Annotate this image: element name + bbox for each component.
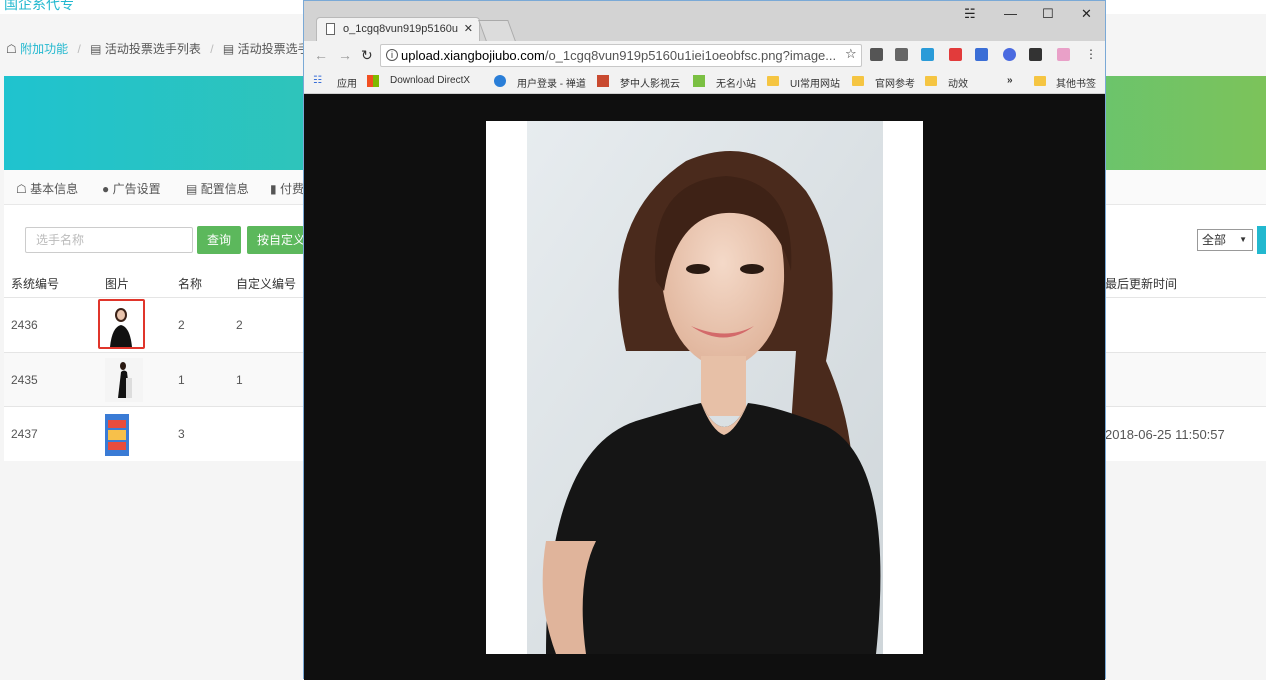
extension-icon[interactable]: [895, 48, 908, 61]
list-icon: ▤: [222, 42, 235, 56]
list-icon: ▤: [90, 42, 102, 56]
site-icon: [693, 75, 705, 87]
folder-icon: [767, 76, 779, 86]
browser-tab[interactable]: o_1cgq8vun919p5160u ✕: [316, 17, 480, 41]
row-id: 2435: [11, 373, 38, 387]
column-header-image: 图片: [105, 277, 130, 291]
extension-icon[interactable]: [975, 48, 988, 61]
folder-icon: [925, 76, 937, 86]
bookmark-motion[interactable]: 动效: [948, 75, 968, 90]
custom-sort-button[interactable]: 按自定义: [247, 226, 304, 254]
bookmark-others[interactable]: 其他书签: [1056, 75, 1096, 90]
bookmark-apps[interactable]: 应用: [337, 75, 357, 90]
query-button[interactable]: 查询: [197, 226, 242, 254]
home-icon: ☖: [6, 42, 17, 56]
column-header-custom-id: 自定义编号: [236, 277, 297, 291]
row-id: 2437: [11, 427, 38, 441]
bookmark-zentao[interactable]: 用户登录 - 禅道: [517, 75, 586, 90]
column-header-name: 名称: [178, 277, 203, 291]
bookmark-video-cloud[interactable]: 梦中人影视云: [620, 75, 680, 90]
site-header-text: 国企系代专: [4, 0, 74, 12]
bookmark-official-ref[interactable]: 官网参考: [875, 75, 915, 90]
bookmark-star-icon[interactable]: ☆: [845, 46, 857, 62]
breadcrumb-vote-list[interactable]: 活动投票选手列表: [105, 42, 201, 56]
row-name: 1: [178, 373, 185, 387]
home-icon: ☖: [16, 182, 27, 196]
image-viewer: [304, 94, 1105, 680]
contestant-thumbnail[interactable]: [105, 412, 143, 456]
contestant-name-input[interactable]: [25, 227, 193, 253]
minimize-icon[interactable]: —: [1004, 6, 1017, 21]
column-header-id: 系统编号: [11, 277, 60, 291]
row-id: 2436: [11, 318, 38, 332]
breadcrumb-addons[interactable]: 附加功能: [20, 42, 68, 56]
tab-ad-settings[interactable]: ● 广告设置: [102, 180, 161, 197]
panel-action-button[interactable]: [1257, 226, 1266, 254]
bookmark-directx[interactable]: Download DirectX: [390, 75, 470, 86]
column-header-updated: 最后更新时间: [1105, 277, 1178, 291]
extension-icon[interactable]: [921, 48, 934, 61]
contestant-photo[interactable]: [486, 121, 923, 654]
tab-paid[interactable]: ▮ 付费: [270, 180, 304, 197]
close-window-icon[interactable]: ✕: [1081, 6, 1092, 22]
row-name: 3: [178, 427, 185, 441]
contestant-thumbnail[interactable]: [105, 358, 143, 402]
row-custom-id: 2: [236, 318, 243, 332]
bookmark-ui-sites[interactable]: UI常用网站: [790, 75, 840, 90]
apps-icon[interactable]: ☷: [313, 75, 325, 87]
user-profile-icon[interactable]: ☵: [964, 6, 976, 22]
document-icon: [326, 23, 335, 35]
extension-icon[interactable]: [1029, 48, 1042, 61]
extension-icon[interactable]: [1003, 48, 1016, 61]
forward-arrow-icon[interactable]: →: [338, 47, 352, 63]
image-preview-window[interactable]: o_1cgq8vun919p5160u ✕ ☵ — ☐ ✕ ← → ↻ i up…: [303, 0, 1106, 680]
address-bar: ← → ↻ i upload.xiangbojiubo.com/o_1cgq8v…: [304, 41, 1105, 69]
bookmark-station[interactable]: 无名小站: [716, 75, 756, 90]
contestant-thumbnail-selected[interactable]: [98, 299, 145, 349]
info-icon[interactable]: i: [386, 49, 398, 61]
extension-icon[interactable]: [949, 48, 962, 61]
row-name: 2: [178, 318, 185, 332]
status-filter-select[interactable]: 全部 ▼: [1197, 229, 1253, 251]
dropdown-arrow-icon: ▼: [1239, 235, 1247, 244]
row-updated: 2018-06-25 11:50:57: [1105, 427, 1225, 442]
windows-icon: [367, 75, 379, 87]
globe-icon: [494, 75, 506, 87]
browser-titlebar[interactable]: o_1cgq8vun919p5160u ✕ ☵ — ☐ ✕: [304, 1, 1105, 41]
close-tab-icon[interactable]: ✕: [464, 18, 473, 40]
file-icon: ▤: [186, 182, 198, 196]
tab-config[interactable]: ▤ 配置信息: [186, 180, 249, 197]
breadcrumb: ☖ 附加功能 / ▤ 活动投票选手列表 / ▤ 活动投票选手: [6, 42, 310, 56]
folder-icon: [852, 76, 864, 86]
avatar-icon: [597, 75, 609, 87]
folder-icon: [1034, 76, 1046, 86]
circle-icon: ●: [102, 182, 110, 196]
menu-icon[interactable]: ⋮: [1085, 47, 1097, 61]
extension-icon[interactable]: [870, 48, 883, 61]
back-arrow-icon[interactable]: ←: [314, 47, 328, 63]
breadcrumb-current: 活动投票选手: [237, 42, 310, 56]
tab-basic-info[interactable]: ☖ 基本信息: [16, 180, 78, 197]
url-input[interactable]: i upload.xiangbojiubo.com/o_1cgq8vun919p…: [380, 44, 862, 67]
maximize-icon[interactable]: ☐: [1042, 6, 1054, 22]
bookmarks-bar: ☷ 应用 Download DirectX 用户登录 - 禅道 梦中人影视云 无…: [304, 69, 1105, 94]
more-bookmarks-icon[interactable]: »: [1007, 75, 1013, 86]
reload-icon[interactable]: ↻: [361, 47, 373, 64]
document-icon: ▮: [270, 182, 277, 196]
extension-icon[interactable]: [1057, 48, 1070, 61]
new-tab-button[interactable]: [478, 20, 516, 41]
row-custom-id: 1: [236, 373, 243, 387]
